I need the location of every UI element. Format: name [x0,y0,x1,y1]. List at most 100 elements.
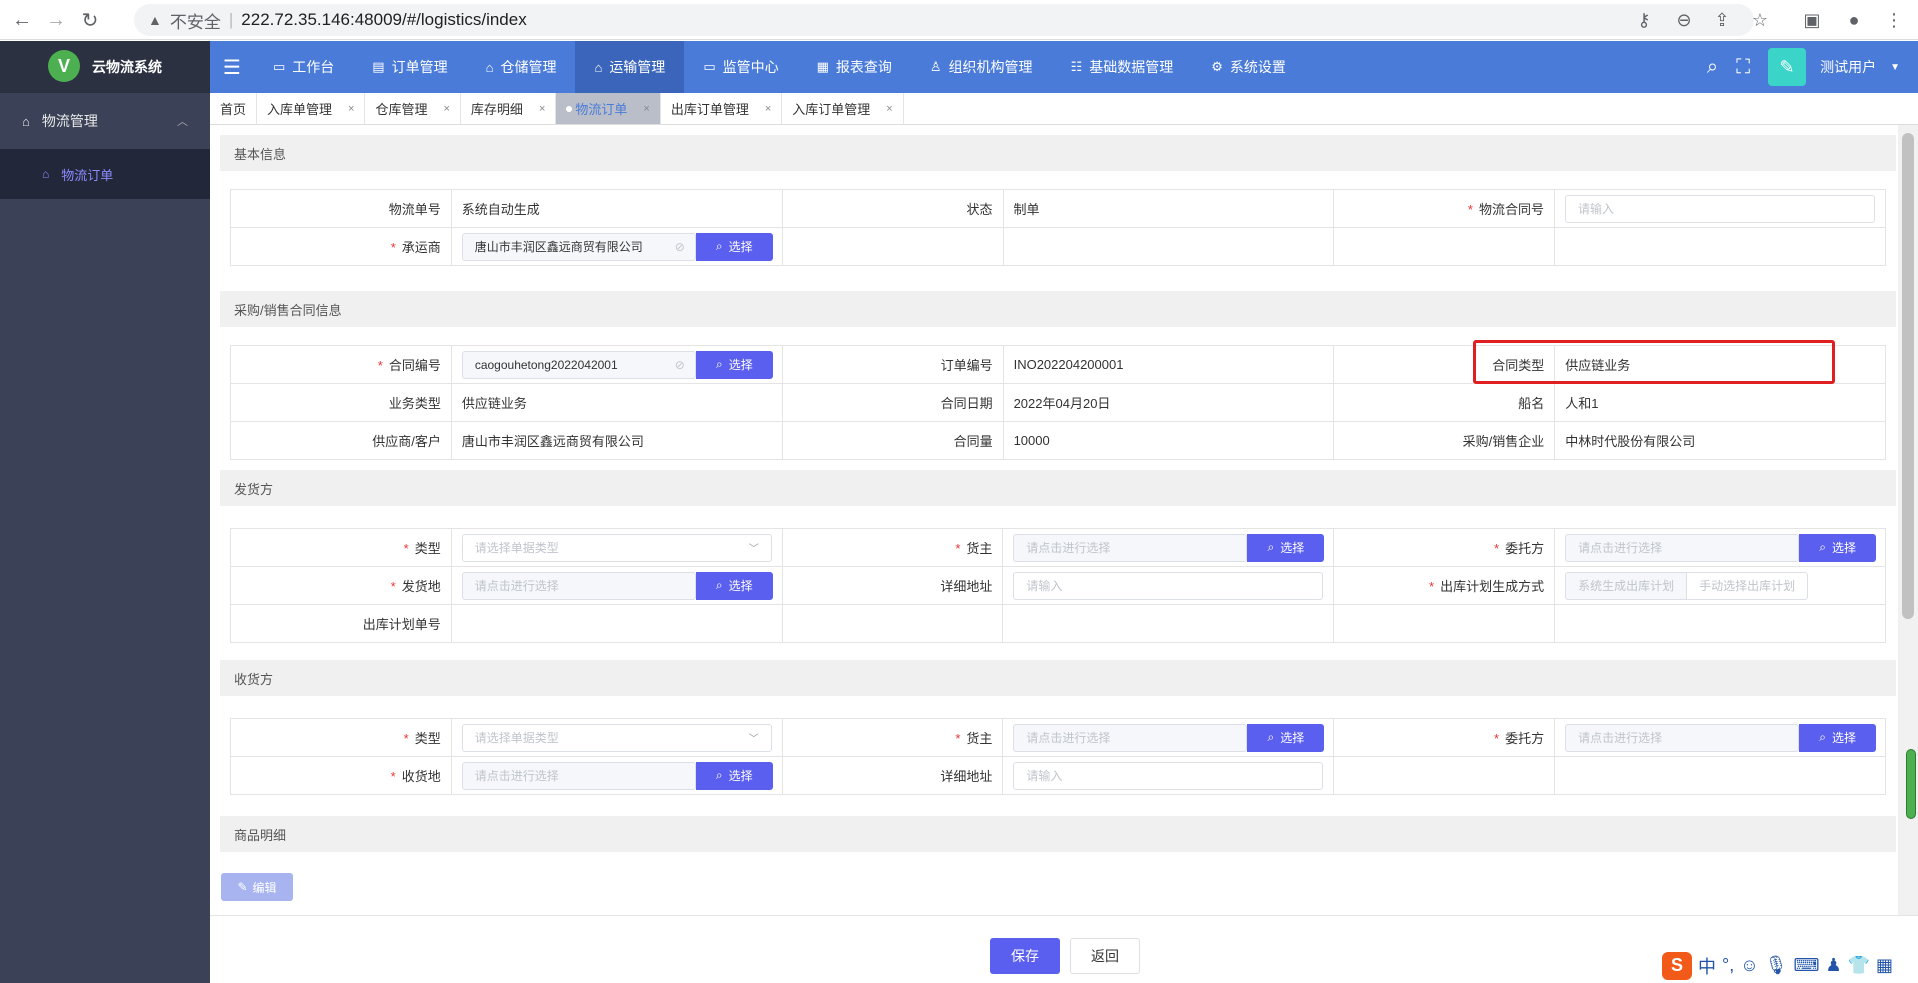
menu-dots-icon[interactable]: ⋮ [1880,6,1908,34]
contract-no-label: * 物流合同号 [1333,189,1555,228]
tab-home[interactable]: 首页 [210,93,258,124]
save-button[interactable]: 保存 [990,938,1060,974]
origin-select-button[interactable]: ⌕ 选择 [695,571,773,600]
contract-code-input[interactable]: caogouhetong2022042001 ⊘ [461,350,696,379]
star-icon[interactable]: ☆ [1746,6,1774,34]
address-bar[interactable]: ▲ 不安全 | 222.72.35.146:48009/#/logistics/… [134,4,1754,36]
edit-button[interactable]: ✎ 编辑 [221,873,293,901]
close-icon[interactable]: × [348,103,354,115]
logo-v-icon: V [48,50,80,82]
shipper-type-label: * 类型 [230,528,452,567]
nav-item-transport[interactable]: ⌂ 运输管理 [575,41,685,93]
nav-item-settings[interactable]: ⚙ 系统设置 [1192,41,1305,93]
nav-item-workbench[interactable]: ▭ 工作台 [254,41,353,93]
user-icon[interactable]: ♟ [1825,955,1841,976]
empty-cell [1333,756,1556,795]
tab-logistics-order[interactable]: 物流订单 × [556,93,661,124]
carrier-select-button[interactable]: ⌕ 选择 [695,232,773,261]
nav-label: 组织机构管理 [948,59,1033,75]
close-icon[interactable]: × [886,103,892,115]
topnav-right: ⌕ ⛶ ✎ 测试用户 ▼ [1707,41,1918,93]
emoji-icon[interactable]: ☺ [1740,955,1758,976]
sidebar-group-logistics[interactable]: ⌂ 物流管理 ︿ [0,93,210,149]
shipper-client-input[interactable]: 请点击进行选择 [1565,533,1800,562]
back-arrow-icon[interactable]: ← [8,6,36,34]
tab-outbound-order[interactable]: 出库订单管理 × [661,93,783,124]
receiver-client-select-button[interactable]: ⌕ 选择 [1799,723,1877,752]
skin-icon[interactable]: 👕 [1848,955,1870,976]
receiver-owner-input[interactable]: 请点击进行选择 [1013,723,1248,752]
sidebar-item-logistics-order[interactable]: ⌂ 物流订单 [0,149,210,199]
edit-icon: ✎ [237,880,248,894]
avatar[interactable]: ✎ [1768,48,1807,86]
keyboard-icon[interactable]: ⌨ [1793,955,1819,976]
shipper-address-input[interactable]: 请输入 [1013,571,1324,600]
carrier-input[interactable]: 唐山市丰润区鑫远商贸有限公司 ⊘ [461,232,696,261]
search-icon[interactable]: ⌕ [1707,56,1718,79]
close-icon[interactable]: × [443,103,449,115]
shipper-owner-select-button[interactable]: ⌕ 选择 [1247,533,1325,562]
close-icon[interactable]: × [765,103,771,115]
contract-no-input[interactable]: 请输入 [1564,194,1875,223]
sogou-logo-icon[interactable]: S [1662,951,1692,980]
shipper-form: * 类型 请选择单据类型 ﹀ * 货主 请点击进行选择 ⌕ 选择 * 委托方 请点击进行选择… [230,528,1886,643]
receiver-client-input[interactable]: 请点击进行选择 [1565,723,1800,752]
menu-toggle-icon[interactable]: ☰ [210,41,254,93]
empty-cell [781,604,1004,643]
empty-cell [1002,227,1335,266]
plan-mode-auto[interactable]: 系统生成出库计划 [1566,572,1688,599]
ime-mode[interactable]: 中 [1698,953,1716,979]
tab-warehouse[interactable]: 仓库管理 × [365,93,461,124]
side-panel-icon[interactable]: ▣ [1798,6,1826,34]
chevron-down-icon: ﹀ [748,734,759,745]
scrollbar[interactable] [1898,125,1918,915]
close-icon[interactable]: × [643,103,649,115]
origin-input[interactable]: 请点击进行选择 [461,571,696,600]
user-name[interactable]: 测试用户 [1820,57,1876,77]
tab-inbound-bill[interactable]: 入库单管理 × [257,93,366,124]
nav-label: 运输管理 [609,59,666,75]
nav-item-basedata[interactable]: ☷ 基础数据管理 [1052,41,1193,93]
receiver-type-select[interactable]: 请选择单据类型 ﹀ [461,723,772,752]
punctuation-icon[interactable]: °, [1722,955,1734,976]
nav-item-warehouse[interactable]: ⌂ 仓储管理 [467,41,576,93]
nav-item-reports[interactable]: ▦ 报表查询 [798,41,911,93]
caret-down-icon[interactable]: ▼ [1890,62,1900,73]
key-icon[interactable]: ⚷ [1630,6,1658,34]
shipper-client-select-button[interactable]: ⌕ 选择 [1799,533,1877,562]
ship-name-label: 船名 [1333,383,1556,422]
nav-item-org[interactable]: ♙ 组织机构管理 [911,41,1052,93]
url-separator: | [228,10,234,29]
tab-inbound-order[interactable]: 入库订单管理 × [782,93,904,124]
contract-select-button[interactable]: ⌕ 选择 [695,350,773,379]
nav-item-orders[interactable]: ▤ 订单管理 [353,41,466,93]
plan-mode-manual[interactable]: 手动选择出库计划 [1687,572,1808,599]
back-button[interactable]: 返回 [1070,938,1140,974]
grid-icon[interactable]: ▦ [1876,955,1893,976]
dest-select-button[interactable]: ⌕ 选择 [695,761,773,790]
profile-icon[interactable]: ● [1840,6,1868,34]
mic-icon[interactable]: 🎙 [1765,955,1788,976]
receiver-address-input[interactable]: 请输入 [1013,761,1324,790]
order-code-value: INO202204200001 [1002,345,1335,384]
shipper-owner-input[interactable]: 请点击进行选择 [1013,533,1248,562]
share-icon[interactable]: ⇪ [1708,6,1736,34]
contract-date-label: 合同日期 [781,383,1004,422]
org-icon: ♙ [929,59,942,74]
reload-icon[interactable]: ↻ [76,6,104,34]
shipper-client-cell: 请点击进行选择 ⌕ 选择 [1554,528,1886,567]
ime-floating-handle[interactable] [1906,749,1916,819]
quantity-label: 合同量 [781,421,1004,460]
search-icon: ⌕ [715,578,723,592]
shipper-type-select[interactable]: 请选择单据类型 ﹀ [461,533,772,562]
fullscreen-icon[interactable]: ⛶ [1736,56,1750,79]
scrollbar-thumb[interactable] [1902,133,1914,619]
tab-inventory[interactable]: 库存明细 × [461,93,557,124]
forward-arrow-icon[interactable]: → [42,6,70,34]
nav-item-supervision[interactable]: ▭ 监管中心 [684,41,797,93]
close-icon[interactable]: × [539,103,545,115]
zoom-icon[interactable]: ⊖ [1670,6,1698,34]
chevron-down-icon: ﹀ [748,544,759,555]
receiver-owner-select-button[interactable]: ⌕ 选择 [1247,723,1325,752]
dest-input[interactable]: 请点击进行选择 [461,761,696,790]
